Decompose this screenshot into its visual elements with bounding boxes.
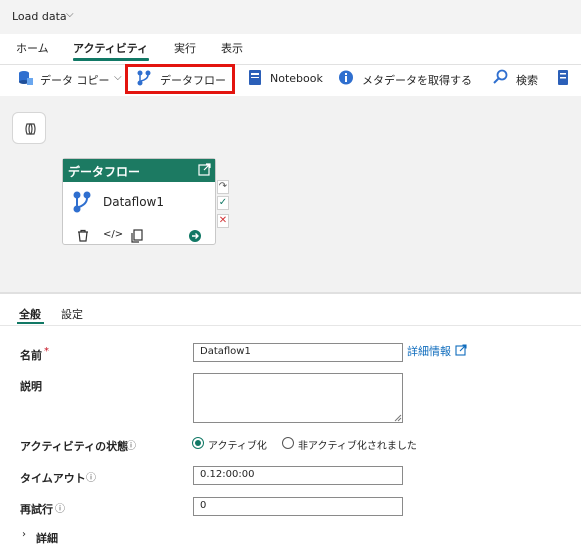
copy-data-icon [19, 71, 33, 85]
highlight-box [125, 64, 235, 94]
success-connector-icon[interactable]: ✓ [217, 196, 229, 210]
activity-name: Dataflow1 [103, 195, 165, 209]
external-link-icon[interactable] [455, 344, 467, 356]
required-mark: * [44, 346, 49, 357]
retry-field[interactable]: 0 [193, 497, 403, 516]
tab-home[interactable]: ホーム [16, 40, 49, 56]
tab-divider [0, 325, 581, 326]
info-icon [339, 70, 353, 85]
search-button[interactable]: 検索 [516, 72, 538, 88]
failure-connector-icon[interactable]: ✕ [217, 214, 229, 228]
timeout-field[interactable]: 0.12:00:00 [193, 466, 403, 485]
chevron-down-icon[interactable]: ⌵ [66, 9, 74, 20]
title-bar [0, 0, 581, 34]
pipeline-title[interactable]: Load data [12, 10, 67, 23]
copy-icon[interactable] [130, 229, 144, 243]
info-icon[interactable]: ⓘ [126, 437, 136, 452]
tab-general[interactable]: 全般 [19, 306, 41, 322]
description-field[interactable] [193, 373, 403, 423]
chevron-down-icon[interactable]: ⌵ [114, 72, 122, 83]
active-tab-indicator [73, 58, 149, 61]
activity-card-title: データフロー [68, 165, 141, 179]
advanced-details-toggle[interactable]: 詳細 [36, 530, 58, 546]
resize-handle-icon[interactable] [394, 414, 402, 422]
notebook-icon [249, 70, 261, 85]
name-label: 名前 [20, 349, 42, 362]
radio-selected-dot [195, 440, 201, 446]
skip-connector-icon[interactable]: ↷ [217, 180, 229, 194]
get-metadata-button[interactable]: メタデータを取得する [362, 72, 472, 88]
inactive-radio-label[interactable]: 非アクティブ化されました [298, 437, 417, 452]
script-icon[interactable] [556, 69, 570, 87]
open-external-icon[interactable] [198, 163, 211, 176]
tab-settings[interactable]: 設定 [61, 306, 83, 322]
active-radio[interactable] [192, 437, 204, 449]
activity-state-label: アクティビティの状態 [20, 440, 129, 453]
tab-activities[interactable]: アクティビティ [73, 40, 148, 56]
panel-divider[interactable] [0, 292, 581, 294]
tab-run[interactable]: 実行 [174, 40, 196, 56]
copilot-icon [25, 123, 36, 135]
search-icon [493, 69, 508, 84]
name-field[interactable]: Dataflow1 [193, 343, 403, 362]
arrow-right-circle-icon[interactable] [188, 229, 202, 243]
notebook-button[interactable]: Notebook [270, 72, 323, 85]
info-icon[interactable]: ⓘ [55, 500, 65, 515]
tab-view[interactable]: 表示 [221, 40, 243, 56]
info-icon[interactable]: ⓘ [86, 469, 96, 484]
inactive-radio[interactable] [282, 437, 294, 449]
copy-data-button[interactable]: データ コピー [40, 72, 110, 88]
dataflow-icon [73, 191, 91, 213]
code-icon[interactable]: </> [103, 229, 123, 240]
timeout-label: タイムアウト [20, 472, 86, 485]
active-tab-indicator [17, 322, 44, 324]
chevron-right-icon[interactable]: › [22, 529, 26, 540]
copilot-button[interactable] [12, 112, 46, 144]
active-radio-label[interactable]: アクティブ化 [208, 437, 267, 452]
delete-icon[interactable] [76, 229, 90, 243]
more-info-link[interactable]: 詳細情報 [407, 343, 451, 359]
description-label: 説明 [20, 380, 42, 393]
retry-label: 再試行 [20, 503, 53, 516]
